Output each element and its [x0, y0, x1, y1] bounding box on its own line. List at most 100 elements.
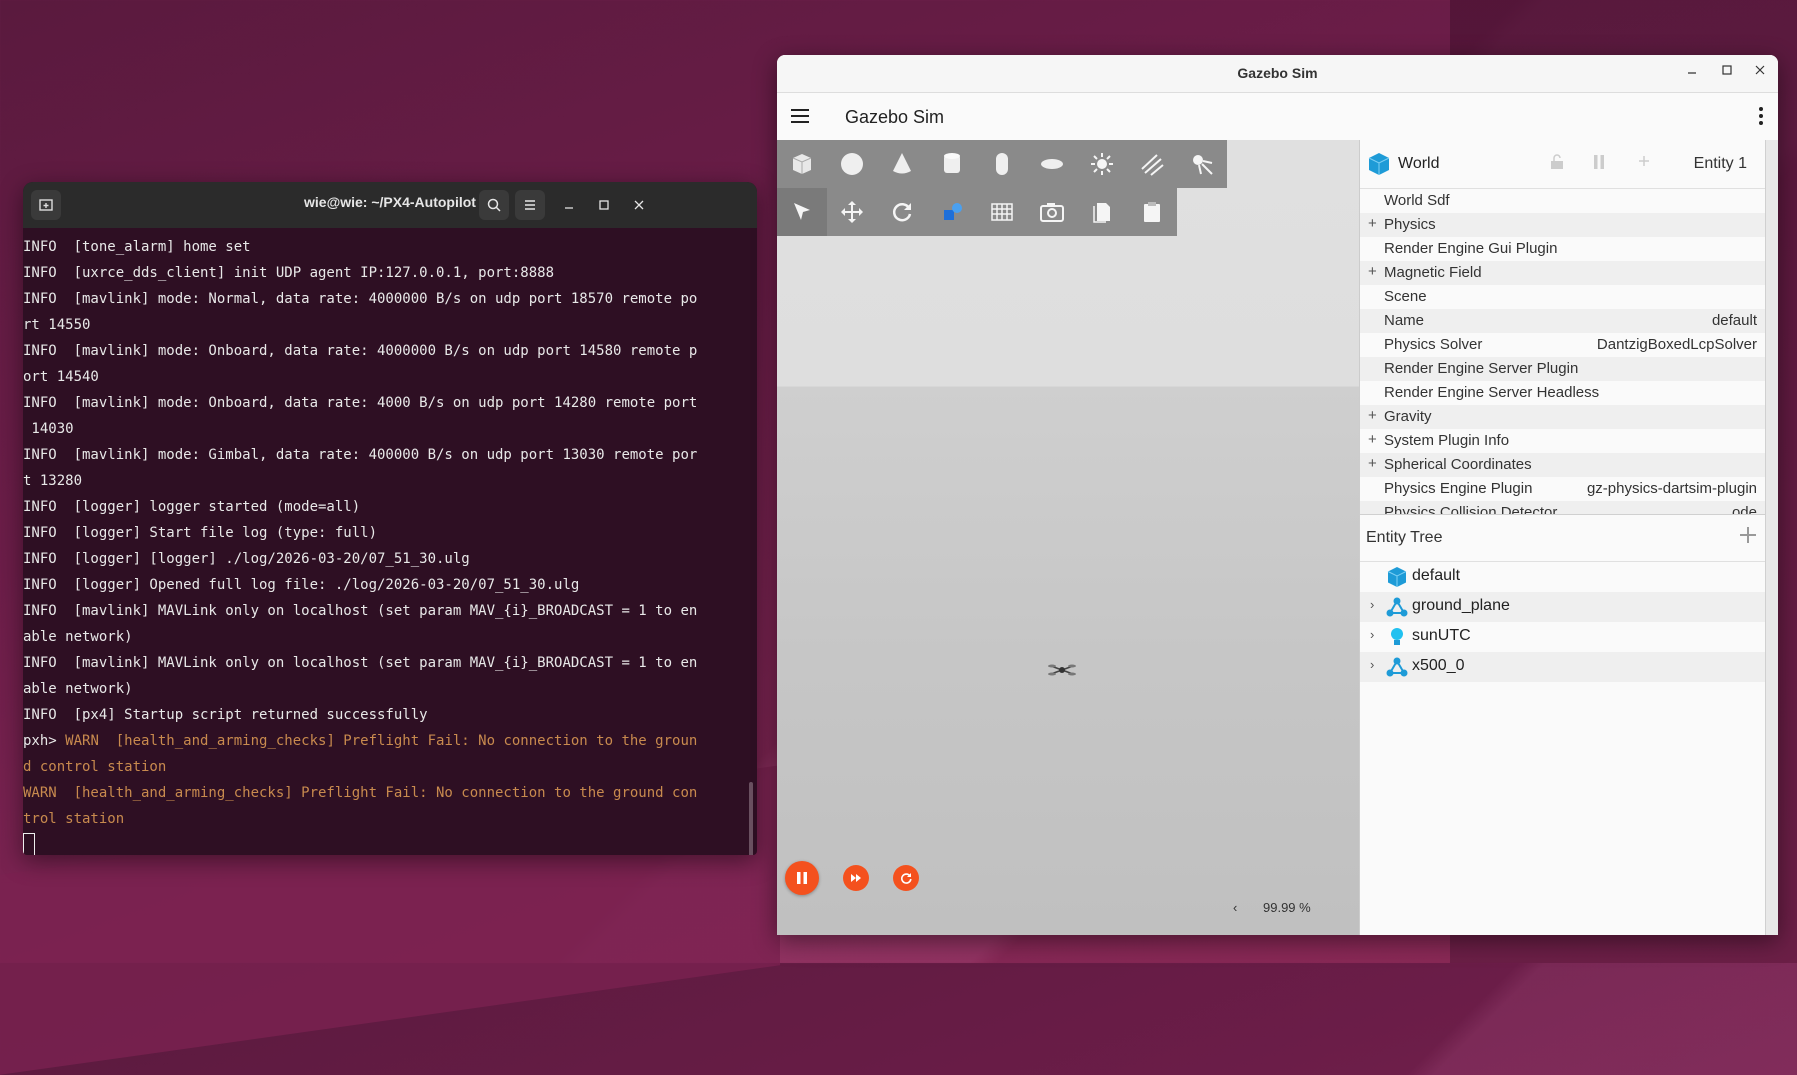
expand-toggle[interactable]: +: [1368, 263, 1377, 280]
spawn-model-button[interactable]: [927, 188, 977, 236]
entity-tree-item[interactable]: › ground_plane: [1360, 592, 1767, 622]
search-button[interactable]: [479, 190, 509, 220]
close-button[interactable]: [628, 194, 650, 216]
add-entity-button[interactable]: [1739, 523, 1757, 551]
copy-button[interactable]: [1077, 188, 1127, 236]
component-name: Spherical Coordinates: [1384, 456, 1532, 473]
stats-expand-arrow[interactable]: ‹: [1233, 900, 1237, 915]
gazebo-titlebar: Gazebo Sim: [777, 55, 1778, 93]
reset-button[interactable]: [893, 865, 919, 891]
kebab-menu-button[interactable]: [1758, 105, 1764, 133]
cylinder-shape-button[interactable]: [927, 140, 977, 188]
3d-scene-viewport[interactable]: ‹ 99.99 %: [777, 140, 1359, 935]
maximize-button[interactable]: [593, 194, 615, 216]
expand-toggle[interactable]: +: [1368, 431, 1377, 448]
terminal-line: WARN [health_and_arming_checks] Prefligh…: [23, 780, 757, 806]
component-row[interactable]: + Magnetic Field: [1360, 261, 1767, 285]
step-button[interactable]: [843, 865, 869, 891]
terminal-line: INFO [mavlink] mode: Normal, data rate: …: [23, 286, 757, 312]
component-row[interactable]: + Spherical Coordinates: [1360, 453, 1767, 477]
cone-shape-button[interactable]: [877, 140, 927, 188]
real-time-factor: 99.99 %: [1263, 900, 1311, 915]
component-property-list[interactable]: World Sdf + Physics Render Engine Gui Plugi…: [1360, 189, 1767, 514]
terminal-line-text: t 13280: [23, 473, 83, 489]
menu-button[interactable]: [515, 190, 545, 220]
directional-light-button[interactable]: [1077, 140, 1127, 188]
grid-config-button[interactable]: [977, 188, 1027, 236]
light-icon: [1386, 626, 1408, 648]
terminal-prompt-line[interactable]: [23, 832, 757, 855]
component-row: Render Engine Gui Plugin: [1360, 237, 1767, 261]
spot-light-button[interactable]: [1127, 140, 1177, 188]
ellipsoid-shape-button[interactable]: [1027, 140, 1077, 188]
select-mode-button[interactable]: [777, 188, 827, 236]
cube-icon: [1386, 566, 1408, 588]
terminal-line: INFO [logger] logger started (mode=all): [23, 494, 757, 520]
terminal-warning-text: WARN [health_and_arming_checks] Prefligh…: [23, 785, 698, 801]
spotlight-icon: [1141, 154, 1164, 176]
unlock-icon: [1551, 154, 1563, 169]
chevron-right-icon[interactable]: ›: [1370, 627, 1374, 642]
terminal-line-text: INFO [mavlink] mode: Onboard, data rate:…: [23, 395, 698, 411]
screenshot-button[interactable]: [1027, 188, 1077, 236]
box-icon: [792, 154, 812, 174]
x500-drone-model[interactable]: [1047, 662, 1077, 681]
terminal-line-text: INFO [px4] Startup script returned succe…: [23, 707, 428, 723]
entity-label: x500_0: [1412, 657, 1465, 674]
component-row[interactable]: + Physics: [1360, 213, 1767, 237]
chevron-right-icon[interactable]: ›: [1370, 657, 1374, 672]
rotate-mode-button[interactable]: [877, 188, 927, 236]
component-name: Scene: [1384, 288, 1427, 305]
terminal-line: INFO [logger] Start file log (type: full…: [23, 520, 757, 546]
capsule-icon: [996, 153, 1008, 175]
terminal-output[interactable]: INFO [tone_alarm] home set INFO [uxrce_dd…: [23, 228, 757, 855]
chevron-right-icon[interactable]: ›: [1370, 597, 1374, 612]
translate-mode-button[interactable]: [827, 188, 877, 236]
expand-toggle[interactable]: +: [1368, 407, 1377, 424]
box-shape-button[interactable]: [777, 140, 827, 188]
hamburger-menu-button[interactable]: [789, 105, 813, 129]
entity-tree-item[interactable]: › x500_0: [1360, 652, 1767, 682]
component-row: Render Engine Server Plugin: [1360, 357, 1767, 381]
right-panel-scrollbar[interactable]: [1765, 140, 1778, 935]
minimize-button[interactable]: [1686, 64, 1698, 79]
expand-toggle[interactable]: +: [1368, 455, 1377, 472]
terminal-line: INFO [mavlink] mode: Onboard, data rate:…: [23, 390, 757, 416]
minimize-button[interactable]: [558, 194, 580, 216]
terminal-line-text: INFO [logger] Start file log (type: full…: [23, 525, 378, 541]
add-component-button[interactable]: [1638, 154, 1650, 171]
app-title: Gazebo Sim: [845, 107, 945, 127]
lock-button[interactable]: [1550, 154, 1564, 174]
drone-icon: [1048, 664, 1076, 676]
entity-tree[interactable]: default › ground_plane › sunUTC › x500_0: [1360, 562, 1767, 682]
expand-toggle[interactable]: +: [1368, 215, 1377, 232]
play-pause-button[interactable]: [785, 861, 819, 895]
close-button[interactable]: [1754, 64, 1766, 79]
component-row[interactable]: + Gravity: [1360, 405, 1767, 429]
component-name: Render Engine Server Plugin: [1384, 360, 1579, 377]
sphere-icon: [841, 153, 863, 175]
terminal-line: t 13280: [23, 468, 757, 494]
ellipsoid-icon: [1041, 159, 1063, 169]
capsule-shape-button[interactable]: [977, 140, 1027, 188]
terminal-line: pxh> WARN [health_and_arming_checks] Pre…: [23, 728, 757, 754]
pause-updates-button[interactable]: [1592, 154, 1606, 174]
gazebo-appbar: Gazebo Sim: [777, 93, 1778, 142]
component-name: System Plugin Info: [1384, 432, 1510, 449]
close-icon: [634, 200, 644, 210]
terminal-scrollbar[interactable]: [749, 782, 753, 855]
fast-forward-icon: [851, 874, 861, 882]
point-light-button[interactable]: [1177, 140, 1227, 188]
sphere-shape-button[interactable]: [827, 140, 877, 188]
maximize-button[interactable]: [1721, 64, 1733, 79]
paste-button[interactable]: [1127, 188, 1177, 236]
component-row[interactable]: + System Plugin Info: [1360, 429, 1767, 453]
terminal-line: INFO [mavlink] MAVLink only on localhost…: [23, 650, 757, 676]
component-row: World Sdf: [1360, 189, 1767, 213]
component-name: Render Engine Gui Plugin: [1384, 240, 1558, 257]
more-vert-icon: [1759, 107, 1763, 125]
refresh-icon: [901, 873, 912, 884]
entity-tree-item[interactable]: default: [1360, 562, 1767, 592]
terminal-line: 14030: [23, 416, 757, 442]
entity-tree-item[interactable]: › sunUTC: [1360, 622, 1767, 652]
